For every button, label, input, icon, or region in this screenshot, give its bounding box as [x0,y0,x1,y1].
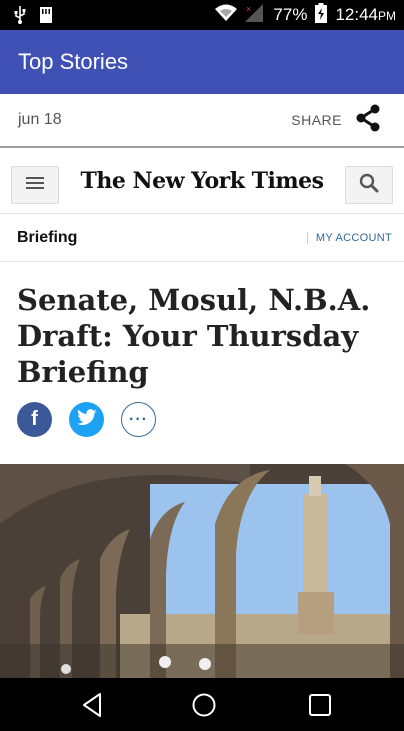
mosul-mosque-photo [0,464,404,678]
back-icon[interactable] [80,692,104,723]
clock-time: 12:44 [335,5,378,24]
svg-text:×: × [246,4,251,14]
more-options-icon: ··· [129,410,148,428]
section-name[interactable]: Briefing [17,229,77,247]
wifi-icon [215,4,238,27]
clock-suffix: PM [378,9,396,23]
nyt-logo[interactable]: The New York Times [70,168,334,194]
share-label: SHARE [291,112,342,128]
menu-button[interactable] [11,166,59,204]
my-account-link[interactable]: MY ACCOUNT [306,231,392,244]
hamburger-menu-icon [26,176,44,195]
site-header: The New York Times [0,150,404,214]
twitter-bird-icon [76,409,97,430]
story-meta-row: jun 18 SHARE [0,94,404,146]
system-status: × 77% 12:44PM [215,0,396,30]
home-icon[interactable] [192,693,216,722]
share-icon [354,104,382,137]
article-photo [0,464,404,678]
usb-icon [14,6,26,29]
app-bar: Top Stories [0,30,404,94]
facebook-share-button[interactable]: f [17,402,52,437]
app-title: Top Stories [18,49,129,74]
recents-icon[interactable] [308,693,332,722]
article-webview[interactable]: The New York Times Briefing MY ACCOUNT S… [0,150,404,678]
facebook-icon: f [31,408,38,430]
twitter-share-button[interactable] [69,402,104,437]
story-date: jun 18 [18,111,62,128]
share-button[interactable]: SHARE [291,104,382,137]
sd-card-icon [40,7,52,28]
battery-icon [315,2,328,28]
section-bar: Briefing MY ACCOUNT [0,214,404,262]
system-nav-bar [0,678,404,731]
social-share-row: f ··· [17,402,156,437]
divider [0,146,404,148]
more-share-button[interactable]: ··· [121,402,156,437]
notification-icons [14,6,52,29]
signal-icon: × [245,3,265,27]
status-bar: × 77% 12:44PM [0,0,404,30]
search-button[interactable] [345,166,393,204]
article-headline: Senate, Mosul, N.B.A. Draft: Your Thursd… [17,283,371,389]
search-icon [359,173,379,198]
clock: 12:44PM [335,5,396,25]
battery-percent: 77% [273,5,308,24]
